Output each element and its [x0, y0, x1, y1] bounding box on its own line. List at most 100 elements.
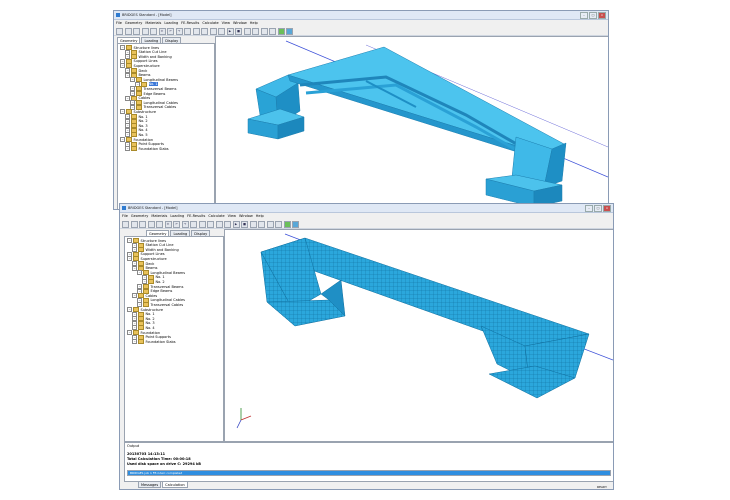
zoom-out-icon[interactable]	[198, 220, 206, 228]
app-icon	[122, 206, 126, 210]
maximize-button[interactable]: □	[589, 12, 597, 19]
menu-view[interactable]: View	[228, 214, 236, 218]
menu-fe-results[interactable]: FE-Results	[181, 21, 199, 25]
bridge-render	[247, 40, 608, 208]
view-iso-icon[interactable]	[275, 220, 282, 228]
folder-icon	[138, 339, 144, 345]
zoom-in-icon[interactable]	[190, 220, 197, 228]
zoom-out-icon[interactable]	[192, 27, 200, 35]
move-icon[interactable]: ✛	[158, 27, 166, 35]
progress-fill	[128, 471, 610, 475]
new-icon[interactable]	[116, 27, 123, 35]
menu-calculate[interactable]: Calculate	[202, 21, 218, 25]
tree-item[interactable]: − Foundation Slabs	[132, 339, 176, 345]
new-icon[interactable]	[122, 220, 129, 228]
menu-help[interactable]: Help	[256, 214, 264, 218]
copy-icon[interactable]	[156, 220, 163, 228]
redo-icon[interactable]: ↷	[175, 27, 183, 35]
minimize-button[interactable]: –	[580, 12, 588, 19]
menu-calculate[interactable]: Calculate	[208, 214, 224, 218]
cut-icon[interactable]	[141, 27, 149, 35]
tab-messages[interactable]: Messages	[138, 481, 162, 488]
rotate-icon[interactable]	[215, 220, 223, 228]
view-iso-icon[interactable]	[269, 27, 276, 35]
menu-geometry[interactable]: Geometry	[125, 21, 142, 25]
progress-text: BRIDGES job 1 FE-CALC completed	[130, 471, 183, 475]
model-tree: − Structure lines − Station Cut Line − Width …	[124, 236, 224, 442]
copy-icon[interactable]	[150, 27, 157, 35]
title-bar: BRIDGES Standard - [Model] – □ ×	[120, 204, 613, 213]
open-icon[interactable]	[124, 27, 132, 35]
output-line: Total Calculation Time: 00:00:18	[127, 457, 191, 461]
close-button[interactable]: ×	[598, 12, 606, 19]
fit-icon[interactable]	[207, 220, 214, 228]
mesh-icon[interactable]	[292, 220, 299, 228]
folder-icon	[131, 146, 137, 152]
redo-icon[interactable]: ↷	[181, 220, 189, 228]
menu-window[interactable]: Window	[233, 21, 247, 25]
menu-materials[interactable]: Materials	[151, 214, 167, 218]
menu-bar: File Geometry Materials Loading FE-Resul…	[114, 20, 608, 26]
view-front-icon[interactable]	[249, 220, 257, 228]
axis-triad-icon	[236, 408, 252, 429]
move-icon[interactable]: ✛	[164, 220, 172, 228]
menu-file[interactable]: File	[116, 21, 122, 25]
cut-icon[interactable]	[147, 220, 155, 228]
menu-materials[interactable]: Materials	[145, 21, 161, 25]
window-title: BRIDGES Standard - [Model]	[128, 206, 178, 210]
expand-toggle-icon[interactable]: −	[132, 339, 137, 345]
menu-window[interactable]: Window	[239, 214, 253, 218]
render-icon[interactable]	[277, 27, 285, 35]
pointer-icon[interactable]	[224, 220, 231, 228]
zoom-in-icon[interactable]	[184, 27, 191, 35]
minimize-button[interactable]: –	[585, 205, 593, 212]
view-side-icon[interactable]	[260, 27, 268, 35]
menu-bar: File Geometry Materials Loading FE-Resul…	[120, 213, 613, 219]
play-icon[interactable]: ▶	[226, 27, 234, 35]
toolbar: ✛ ↶ ↷ ▶ ■	[120, 220, 613, 229]
view-side-icon[interactable]	[266, 220, 274, 228]
menu-loading[interactable]: Loading	[164, 21, 178, 25]
mesh-icon[interactable]	[286, 27, 293, 35]
model-view-mesh[interactable]	[224, 229, 613, 442]
tree-item[interactable]: − Foundation Slabs	[125, 146, 169, 152]
fit-icon[interactable]	[201, 27, 208, 35]
model-view-3d[interactable]	[215, 36, 608, 209]
menu-file[interactable]: File	[122, 214, 128, 218]
calculation-progress: BRIDGES job 1 FE-CALC completed	[127, 470, 611, 476]
undo-icon[interactable]: ↶	[173, 220, 180, 228]
window-title: BRIDGES Standard - [Model]	[122, 13, 172, 17]
title-bar: BRIDGES Standard - [Model] – □ ×	[114, 11, 608, 20]
toolbar: ✛ ↶ ↷ ▶ ■	[114, 27, 608, 36]
tab-calculation[interactable]: Calculation	[162, 481, 188, 488]
output-line: 20130703 14:13:11	[127, 452, 166, 456]
save-icon[interactable]	[133, 27, 140, 35]
view-top-icon[interactable]	[252, 27, 259, 35]
window-bottom: BRIDGES Standard - [Model] – □ × File Ge…	[119, 203, 614, 490]
undo-icon[interactable]: ↶	[167, 27, 174, 35]
menu-loading[interactable]: Loading	[170, 214, 184, 218]
save-icon[interactable]	[139, 220, 146, 228]
output-title: Output	[127, 444, 140, 448]
view-top-icon[interactable]	[258, 220, 265, 228]
stop-icon[interactable]: ■	[241, 220, 248, 228]
tree-item-label: Foundation Slabs	[145, 339, 176, 344]
stop-icon[interactable]: ■	[235, 27, 242, 35]
output-line: Used disk space on drive C: 29294 kB	[127, 462, 201, 466]
menu-view[interactable]: View	[222, 21, 230, 25]
rotate-icon[interactable]	[209, 27, 217, 35]
view-front-icon[interactable]	[243, 27, 251, 35]
menu-geometry[interactable]: Geometry	[131, 214, 148, 218]
expand-toggle-icon[interactable]: −	[125, 146, 130, 152]
menu-help[interactable]: Help	[250, 21, 258, 25]
play-icon[interactable]: ▶	[232, 220, 240, 228]
pointer-icon[interactable]	[218, 27, 225, 35]
tree-item-label: Foundation Slabs	[138, 146, 169, 151]
open-icon[interactable]	[130, 220, 138, 228]
output-tabs: Messages Calculation	[138, 481, 188, 488]
menu-fe-results[interactable]: FE-Results	[187, 214, 205, 218]
maximize-button[interactable]: □	[594, 205, 602, 212]
render-icon[interactable]	[283, 220, 291, 228]
window-top: BRIDGES Standard - [Model] – □ × File Ge…	[113, 10, 609, 210]
close-button[interactable]: ×	[603, 205, 611, 212]
